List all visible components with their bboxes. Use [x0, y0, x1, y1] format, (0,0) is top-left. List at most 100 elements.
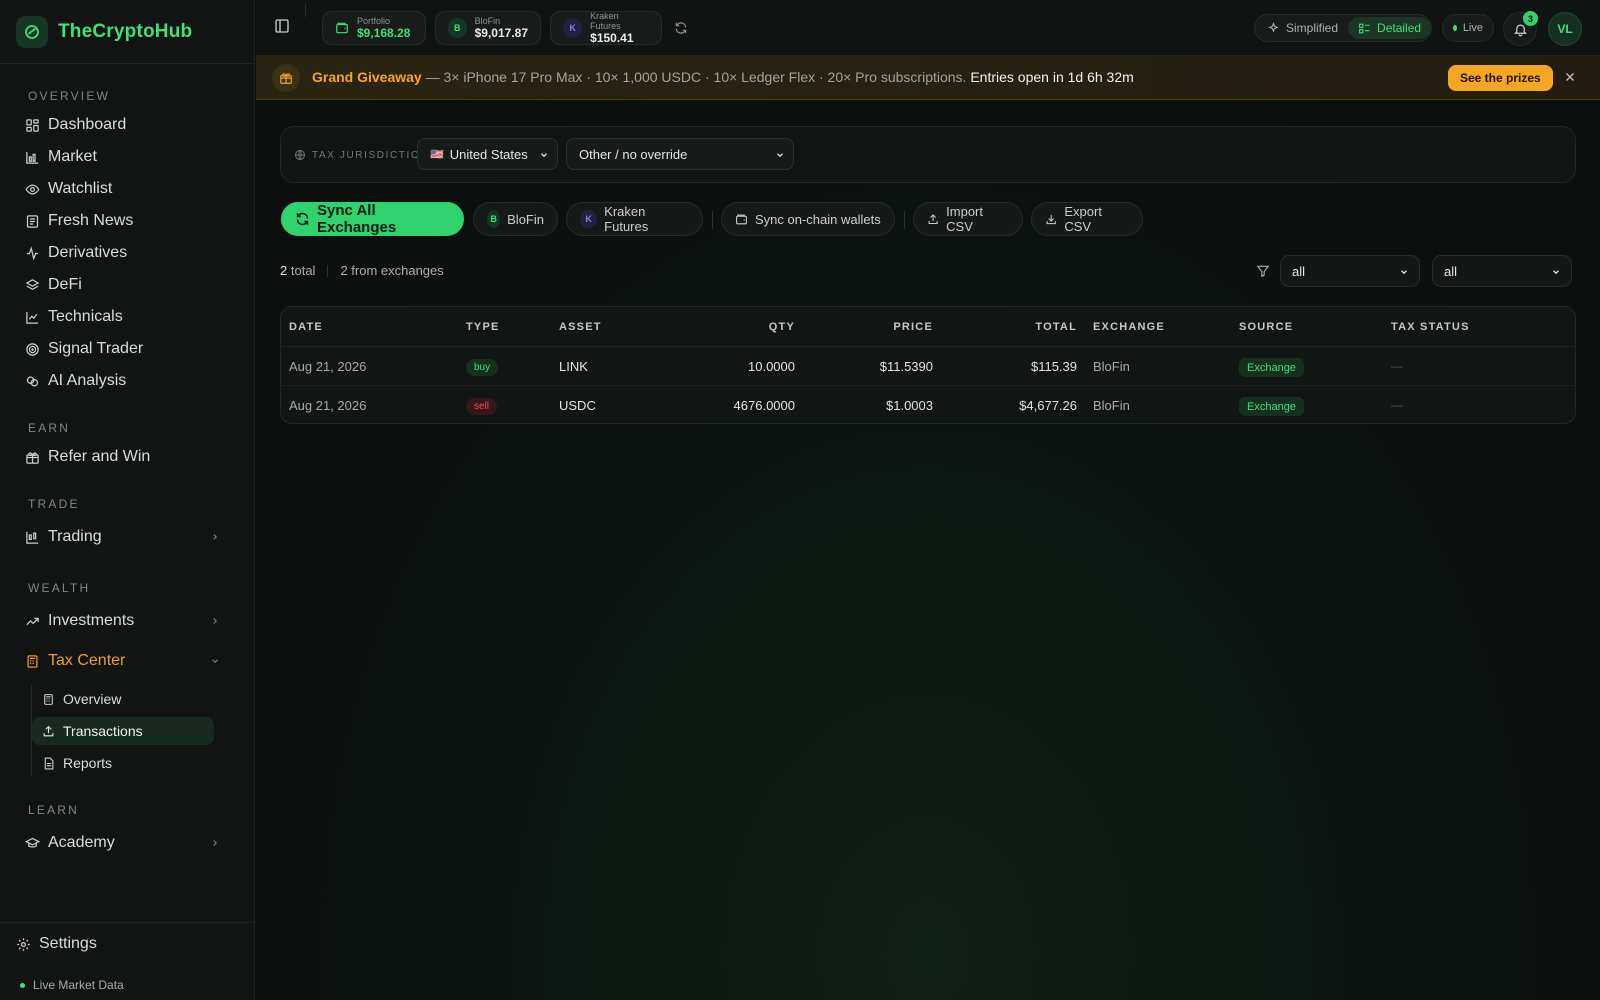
calculator-icon [44, 693, 53, 705]
sidebar-item-watchlist[interactable]: Watchlist [16, 174, 238, 204]
sidebar-subitem-reports[interactable]: Reports [32, 749, 214, 777]
brain-icon [26, 376, 39, 386]
giveaway-title: Grand Giveaway [312, 69, 422, 85]
type-filter-select[interactable]: all [1280, 255, 1420, 287]
divider [712, 211, 713, 229]
tax-jurisdiction-label: TAX JURISDICTION [294, 149, 429, 161]
refresh-balances-button[interactable] [674, 21, 688, 35]
sidebar-item-dashboard[interactable]: Dashboard [16, 110, 238, 140]
chevron-down-icon [777, 153, 783, 158]
sidebar-item-label: Derivatives [48, 244, 128, 261]
source-badge: Exchange [1239, 397, 1304, 416]
graduation-cap-icon [25, 837, 40, 848]
portfolio-pill[interactable]: Portfolio $9,168.28 [322, 11, 426, 45]
mode-detailed-label: Detailed [1377, 21, 1422, 35]
sidebar-item-derivatives[interactable]: Derivatives [16, 238, 238, 268]
mode-detailed-button[interactable]: Detailed [1348, 17, 1432, 39]
live-market-indicator: Live Market Data [20, 978, 124, 992]
brand[interactable]: TheCryptoHub [0, 0, 254, 64]
sidebar-subitem-label: Reports [63, 755, 113, 771]
override-select[interactable]: Other / no override [566, 138, 794, 170]
column-header-total[interactable]: TOTAL [1001, 321, 1077, 333]
mode-simplified-button[interactable]: Simplified [1257, 17, 1348, 39]
cell-exchange: BloFin [1093, 398, 1130, 413]
gear-icon [17, 937, 30, 951]
sidebar-subitem-overview[interactable]: Overview [32, 685, 214, 713]
sidebar-group-investments[interactable]: Investments [16, 606, 238, 636]
view-mode-toggle: Simplified Detailed [1254, 14, 1432, 42]
section-learn: LEARN [28, 803, 80, 817]
main-content: TAX JURISDICTION 🇺🇸 United States Other … [256, 100, 1600, 1000]
user-avatar[interactable]: VL [1548, 12, 1582, 46]
column-header-qty[interactable]: QTY [731, 321, 795, 333]
see-prizes-button[interactable]: See the prizes [1448, 65, 1553, 91]
column-header-tax-status[interactable]: TAX STATUS [1391, 321, 1470, 333]
live-label: Live [1462, 22, 1483, 34]
market-icon [26, 151, 39, 164]
upload-icon [928, 213, 938, 224]
sidebar-item-label: Technicals [48, 308, 123, 325]
column-header-price[interactable]: PRICE [861, 321, 933, 333]
sidebar-item-ai-analysis[interactable]: AI Analysis [16, 366, 238, 396]
sync-blofin-button[interactable]: B BloFin [473, 202, 558, 236]
chevron-right-icon [213, 534, 217, 540]
sidebar-item-label: Fresh News [48, 212, 134, 229]
sidebar-item-market[interactable]: Market [16, 142, 238, 172]
blofin-label: BloFin [474, 16, 501, 26]
wallet-icon [336, 22, 348, 34]
sidebar-item-signal-trader[interactable]: Signal Trader [16, 334, 238, 364]
cell-tax-status: — [1391, 359, 1403, 373]
settings-label: Settings [39, 935, 97, 952]
blofin-balance-pill[interactable]: B BloFin $9,017.87 [435, 11, 541, 45]
dashboard-icon [26, 118, 39, 132]
column-header-source[interactable]: SOURCE [1239, 321, 1293, 333]
import-csv-button[interactable]: Import CSV [913, 202, 1023, 236]
table-row[interactable]: Aug 21, 2026 sell USDC 4676.0000 $1.0003… [281, 386, 1575, 423]
sync-all-exchanges-button[interactable]: Sync All Exchanges [281, 202, 464, 236]
close-banner-button[interactable] [1564, 71, 1576, 83]
column-header-asset[interactable]: ASSET [559, 321, 602, 333]
sidebar-subitem-label: Overview [63, 691, 122, 707]
column-header-type[interactable]: TYPE [466, 321, 500, 333]
live-status-badge: Live [1442, 14, 1494, 42]
sidebar-group-tax-center[interactable]: Tax Center [16, 646, 238, 676]
sidebar-group-academy[interactable]: Academy [16, 828, 238, 858]
kraken-balance-pill[interactable]: K Kraken Futures $150.41 [550, 11, 662, 45]
kraken-label: Kraken Futures [590, 11, 621, 31]
export-csv-button[interactable]: Export CSV [1031, 202, 1143, 236]
us-flag-icon: 🇺🇸 [430, 148, 444, 161]
sidebar-item-refer-and-win[interactable]: Refer and Win [16, 442, 238, 472]
sidebar-item-label: Trading [48, 528, 102, 545]
table-row[interactable]: Aug 21, 2026 buy LINK 10.0000 $11.5390 $… [281, 347, 1575, 386]
panel-left-icon [275, 19, 289, 33]
live-dot-icon [20, 982, 25, 988]
type-badge: buy [466, 359, 499, 376]
sidebar-toggle-button[interactable] [274, 18, 290, 34]
blofin-logo-icon: B [448, 18, 467, 38]
sidebar-item-technicals[interactable]: Technicals [16, 302, 238, 332]
sidebar-subitem-transactions[interactable]: Transactions [32, 717, 214, 745]
sync-kraken-button[interactable]: K Kraken Futures [566, 202, 703, 236]
candlestick-icon [26, 531, 39, 544]
chevron-right-icon [213, 840, 217, 846]
sidebar-group-trading[interactable]: Trading [16, 522, 238, 552]
settings-link[interactable]: Settings [16, 935, 97, 953]
portfolio-value: $9,168.28 [357, 26, 411, 40]
sidebar-item-defi[interactable]: DeFi [16, 270, 238, 300]
sidebar-item-fresh-news[interactable]: Fresh News [16, 206, 238, 236]
cell-date: Aug 21, 2026 [289, 359, 367, 374]
type-badge: sell [466, 398, 498, 415]
country-select[interactable]: 🇺🇸 United States [417, 138, 558, 170]
divider [904, 211, 905, 229]
sidebar-item-label: DeFi [48, 276, 82, 293]
line-chart-icon [26, 311, 39, 324]
source-filter-select[interactable]: all [1432, 255, 1572, 287]
sync-blofin-label: BloFin [507, 211, 544, 227]
filter-icon [1256, 264, 1270, 278]
chevron-down-icon [1401, 270, 1407, 275]
column-header-date[interactable]: DATE [289, 321, 323, 333]
sync-wallets-button[interactable]: Sync on-chain wallets [721, 202, 895, 236]
sidebar-item-label: Tax Center [48, 652, 126, 669]
column-header-exchange[interactable]: EXCHANGE [1093, 321, 1165, 333]
notifications-button[interactable]: 3 [1503, 11, 1538, 46]
